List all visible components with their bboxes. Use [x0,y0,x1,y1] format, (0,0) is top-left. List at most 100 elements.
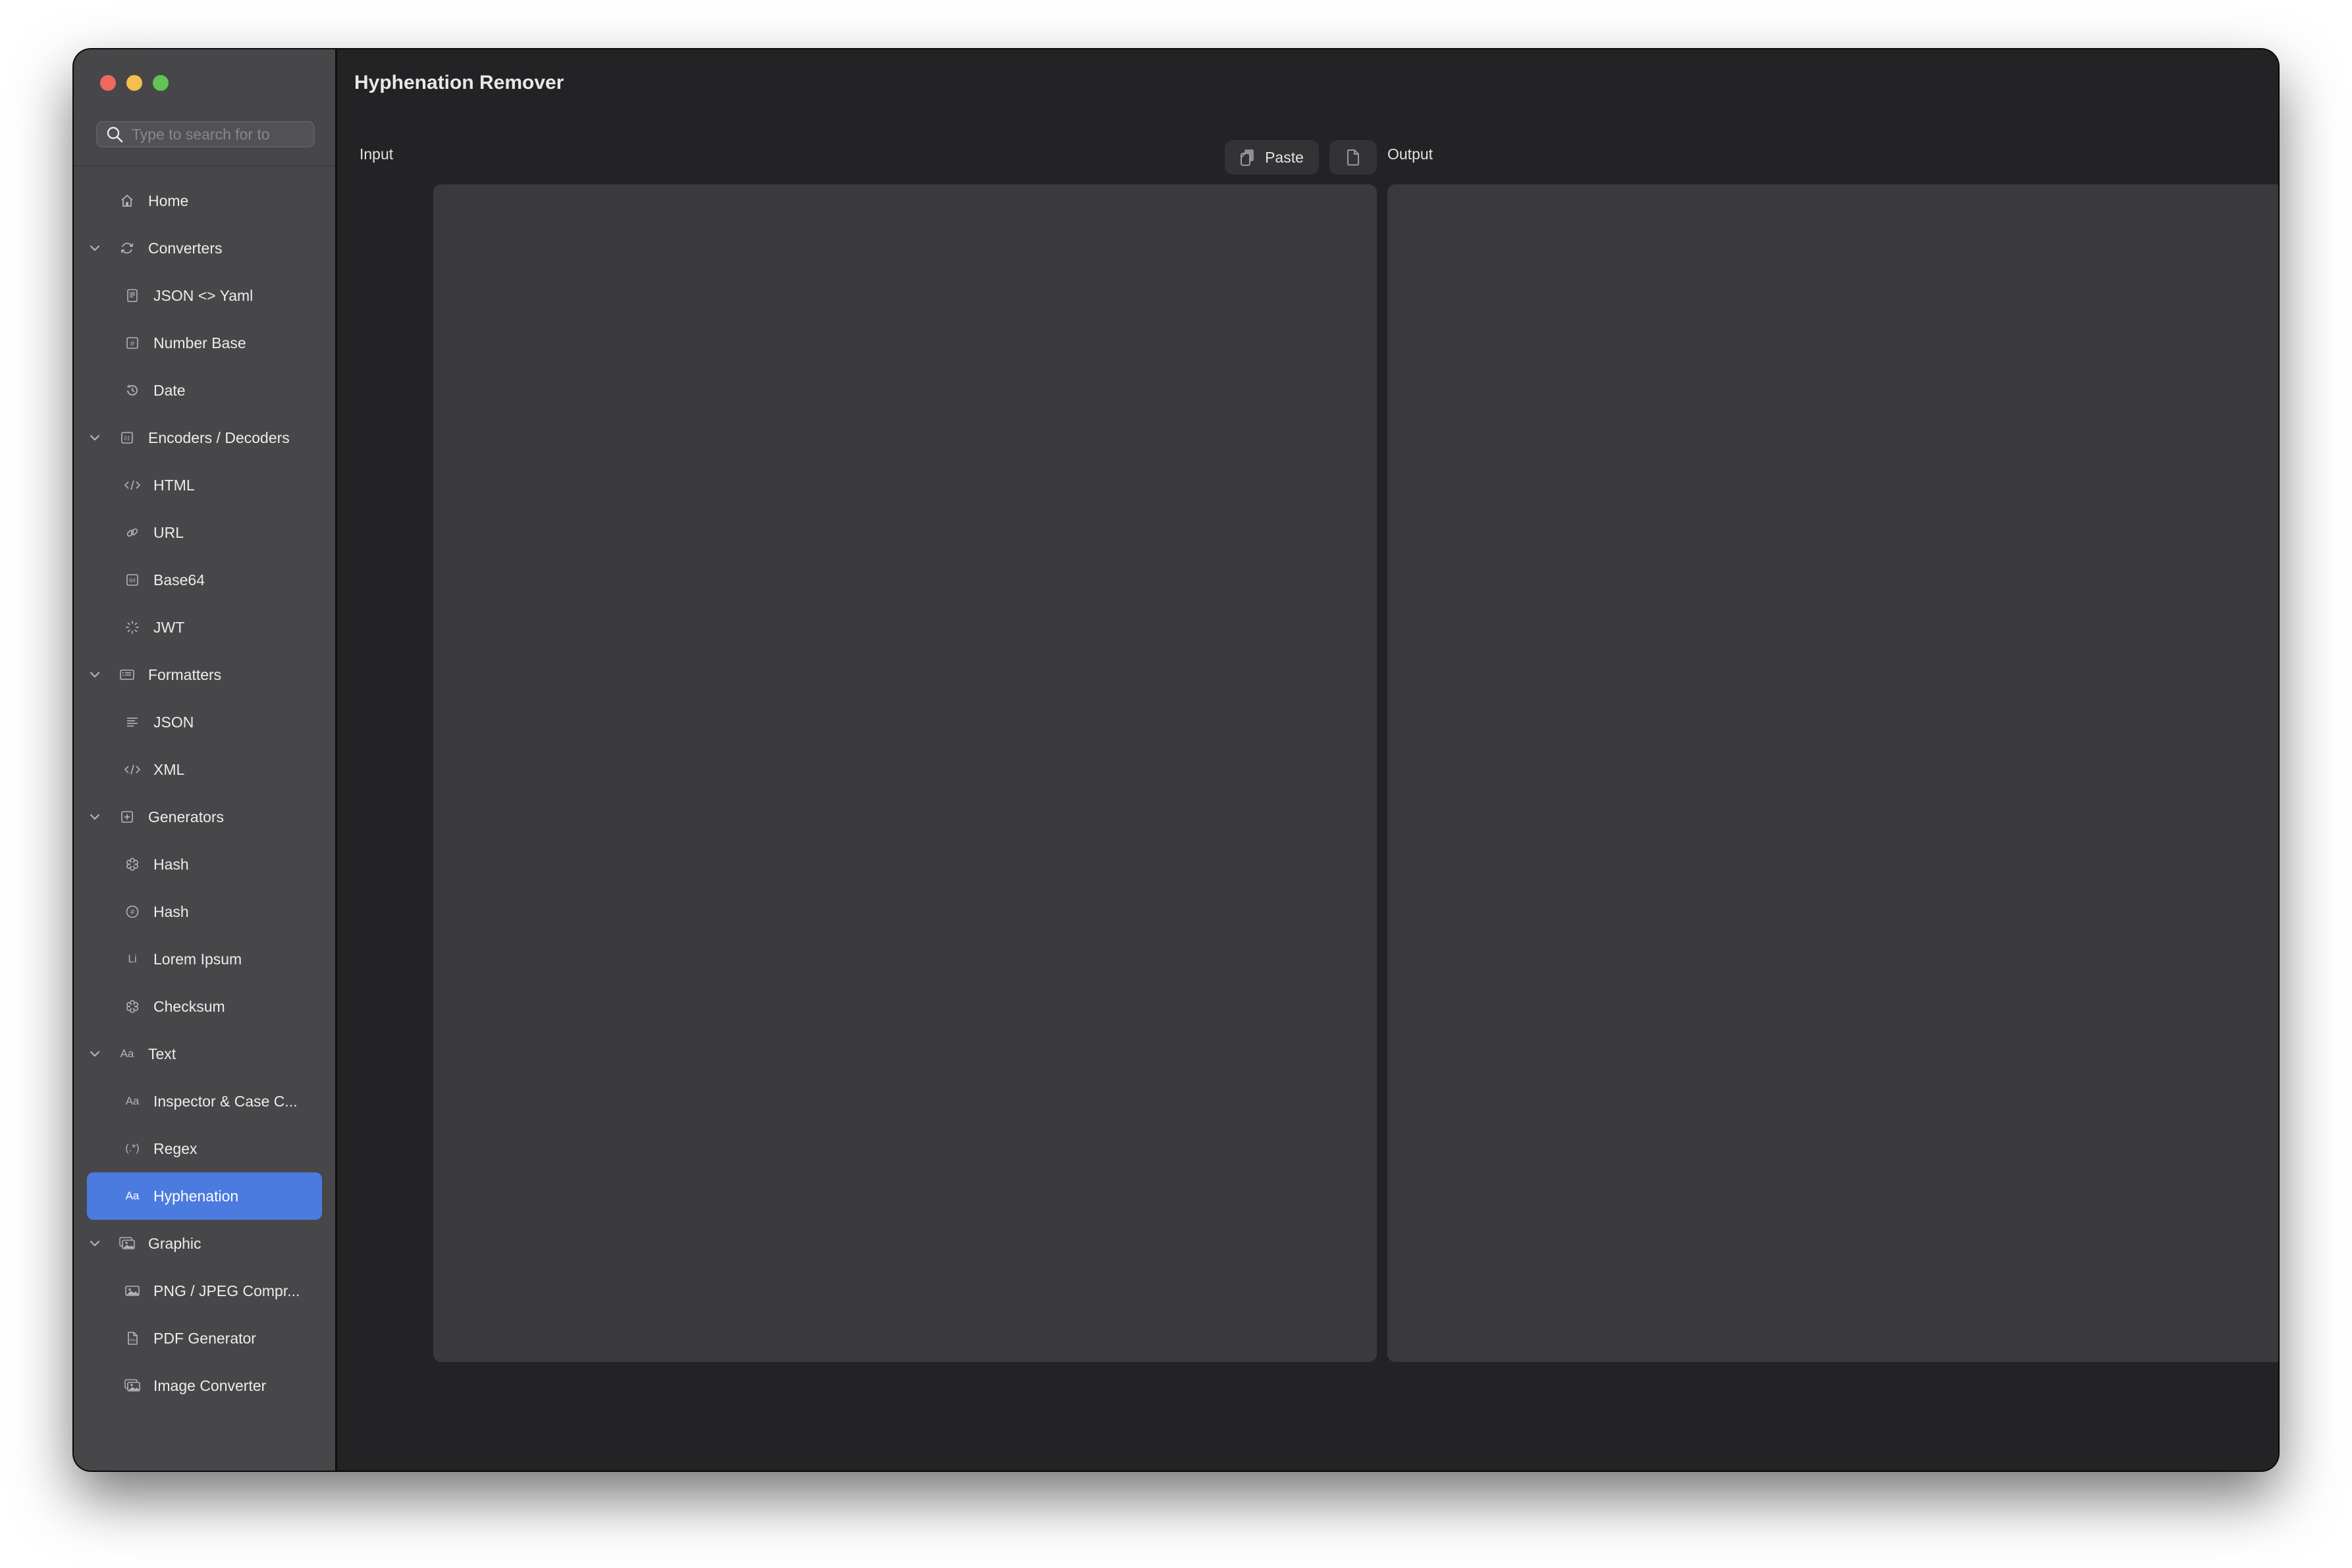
sidebar-item-inspector-case-c[interactable]: Aa Inspector & Case C... [74,1078,335,1125]
sidebar-item-label: XML [153,760,185,778]
output-editor[interactable] [1387,184,2278,1362]
pdf-document-icon: PDF [122,1330,142,1347]
sidebar-item-label: Regex [153,1139,198,1157]
binary-square-icon: 01 [119,429,136,446]
page-title: Hyphenation Remover [354,72,564,93]
sidebar-item-pdf-generator[interactable]: PDF PDF Generator [74,1315,335,1362]
sidebar-item-label: HTML [153,476,195,494]
sidebar-item-label: PDF Generator [153,1329,256,1347]
sidebar-item-label: Checksum [153,997,225,1015]
number-square-icon: # [122,334,142,352]
sidebar-item-html[interactable]: HTML [74,461,335,509]
textformat-icon: Aa [125,1095,140,1107]
chevron-down-icon[interactable] [88,810,101,823]
sidebar-item-lorem-ipsum[interactable]: Li Lorem Ipsum [74,935,335,983]
sidebar-item-label: Image Converter [153,1376,267,1394]
close-window-button[interactable] [100,75,116,91]
code-brackets-icon [122,477,142,494]
clock-history-icon [122,382,142,399]
document-icon [1347,149,1360,166]
sidebar-item-hash[interactable]: Hash [74,841,335,888]
sidebar-item-label: Hyphenation [153,1187,239,1205]
zoom-window-button[interactable] [153,75,169,91]
base64-square-icon: 64 [122,571,142,588]
sidebar-item-number-base[interactable]: # Number Base [74,319,335,367]
sidebar-divider [74,165,335,167]
sidebar-item-image-converter[interactable]: Image Converter [74,1362,335,1409]
chevron-down-icon[interactable] [88,242,101,255]
paste-button[interactable]: Paste [1225,140,1319,174]
sidebar-item-label: Inspector & Case C... [153,1092,298,1110]
sidebar-item-json[interactable]: JSON [74,698,335,746]
sidebar-group-generators[interactable]: Generators [74,793,335,841]
sidebar-group-graphic[interactable]: Graphic [74,1220,335,1267]
search-icon [105,125,124,144]
sidebar-item-checksum[interactable]: Checksum [74,983,335,1030]
arrows-circle-icon [119,240,136,257]
sidebar-item-jwt[interactable]: JWT [74,604,335,651]
number-circle-icon: # [122,903,142,920]
sidebar-item-png-jpeg-compr[interactable]: PNG / JPEG Compr... [74,1267,335,1315]
sidebar-item-label: Formatters [148,666,222,683]
sidebar-group-encoders-decoders[interactable]: 01 Encoders / Decoders [74,414,335,461]
sidebar-group-text[interactable]: Aa Text [74,1030,335,1078]
minimize-window-button[interactable] [126,75,142,91]
sidebar-item-label: Generators [148,808,225,825]
chevron-down-icon[interactable] [88,1047,101,1060]
sidebar-item-label: JSON [153,713,194,731]
sidebar-item-label: Lorem Ipsum [153,950,242,968]
sidebar-item-label: JWT [153,618,185,636]
sidebar-item-regex[interactable]: (.*) Regex [74,1125,335,1172]
sidebar-item-label: PNG / JPEG Compr... [153,1282,300,1299]
li-text-icon: Li [128,953,137,965]
svg-text:64: 64 [129,577,136,584]
svg-text:#: # [130,908,135,916]
search-input[interactable] [130,124,298,144]
list-rectangle-icon [119,666,136,683]
chevron-down-icon[interactable] [88,668,101,681]
sidebar-item-label: Text [148,1045,176,1062]
sidebar-item-hash[interactable]: # Hash [74,888,335,935]
regex-icon: (.*) [125,1143,140,1154]
sidebar-item-date[interactable]: Date [74,367,335,414]
sidebar-item-xml[interactable]: XML [74,746,335,793]
textformat-icon: Aa [120,1047,134,1060]
svg-text:PDF: PDF [130,1339,136,1343]
sidebar-item-hyphenation[interactable]: Aa Hyphenation [74,1172,335,1220]
sidebar-item-label: Hash [153,902,189,920]
sidebar-item-label: Date [153,381,186,399]
house-icon [119,192,136,209]
asterisk-icon [122,998,142,1015]
sparkle-spinner-icon [122,619,142,636]
main-content: Hyphenation Remover Input Paste Output [337,49,2278,1471]
link-icon [122,524,142,541]
sidebar-item-json-yaml[interactable]: JSON <> Yaml [74,272,335,319]
sidebar-group-converters[interactable]: Converters [74,224,335,272]
sidebar-nav: Home Converters JSON <> Yaml # Number Base Da… [74,177,335,1409]
textformat-icon: Aa [125,1189,140,1202]
sidebar-item-base64[interactable]: 64 Base64 [74,556,335,604]
sidebar-item-label: Converters [148,239,223,257]
sidebar-item-home[interactable]: Home [74,177,335,224]
sidebar-item-label: URL [153,523,184,541]
plus-square-icon [119,808,136,825]
sidebar-item-label: JSON <> Yaml [153,286,254,304]
open-file-button[interactable] [1329,140,1377,174]
sidebar-item-label: Encoders / Decoders [148,429,290,446]
sidebar-group-formatters[interactable]: Formatters [74,651,335,698]
document-text-icon [122,287,142,304]
app-window: Home Converters JSON <> Yaml # Number Base Da… [74,49,2278,1471]
sidebar-item-label: Base64 [153,571,205,588]
search-field[interactable] [96,121,315,147]
svg-text:01: 01 [124,436,130,442]
text-align-left-icon [122,714,142,731]
photo-stack-icon [122,1377,142,1394]
photo-stack-icon [119,1235,136,1252]
chevron-down-icon[interactable] [88,1237,101,1250]
output-label: Output [1387,145,1433,163]
window-controls [100,75,169,91]
input-editor[interactable] [433,184,1377,1362]
sidebar-item-label: Graphic [148,1234,201,1252]
sidebar-item-url[interactable]: URL [74,509,335,556]
chevron-down-icon[interactable] [88,431,101,444]
